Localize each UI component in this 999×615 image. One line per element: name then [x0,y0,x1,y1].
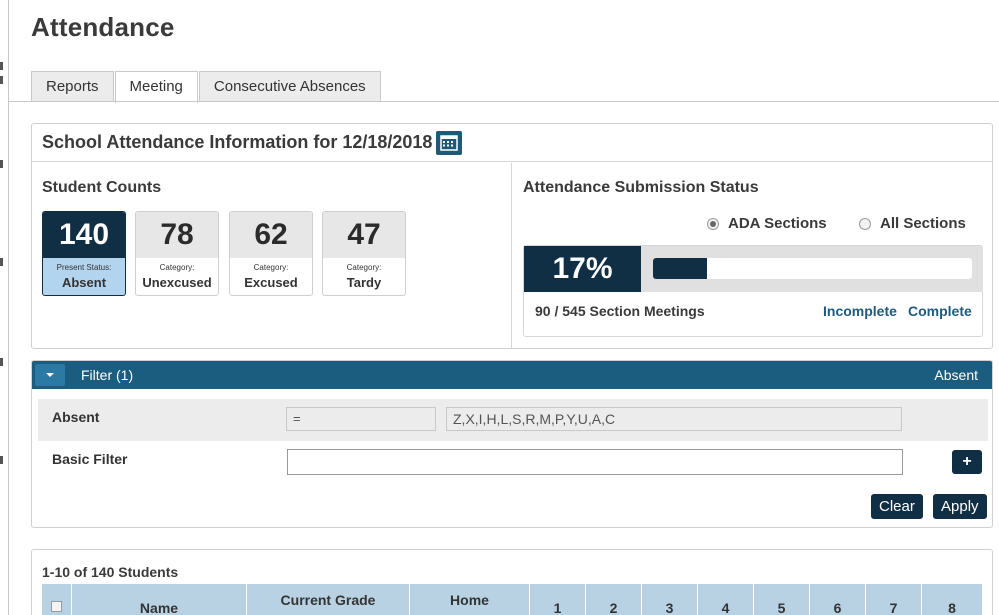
filter-row-label: Absent [52,409,100,425]
basic-filter-input[interactable] [287,449,903,475]
column-header-home-room[interactable]: Home Room [410,584,530,615]
column-header-grade-level[interactable]: Current Grade Level [247,584,410,615]
count-category: Category: [346,263,382,272]
calendar-icon [440,134,459,151]
sidebar-edge-mark [0,456,3,464]
student-counts-section: Student Counts 140 Present Status: Absen… [32,163,512,349]
count-category: Category: [253,263,289,272]
count-category: Present Status: [56,263,112,272]
column-header-period-6[interactable]: 6 [810,584,866,615]
school-attendance-panel: School Attendance Information for 12/18/… [31,123,993,349]
count-card-unexcused[interactable]: 78 Category: Unexcused [135,211,219,296]
submission-status-title: Attendance Submission Status [523,179,759,196]
complete-link[interactable]: Complete [908,303,972,319]
students-table-header: Name Current Grade Level Home Room 1 2 3… [42,584,982,615]
filter-toggle-button[interactable] [35,364,65,386]
filter-active-label: Absent [934,367,978,383]
radio-all-sections[interactable]: All Sections [859,215,966,232]
select-all-header [42,584,72,615]
column-header-period-7[interactable]: 7 [866,584,922,615]
count-value: 47 [323,212,405,258]
tab-meeting[interactable]: Meeting [114,71,198,103]
add-filter-button[interactable]: + [952,450,982,474]
count-label: Tardy [346,275,382,290]
page-title: Attendance [31,12,175,42]
radio-ada-sections[interactable]: ADA Sections [707,215,827,232]
filter-panel: Filter (1) Absent Absent = Z,X,I,H,L,S,R… [31,360,993,528]
tab-consecutive-absences[interactable]: Consecutive Absences [198,71,381,102]
column-header-period-1[interactable]: 1 [530,584,586,615]
sidebar-edge-mark [0,258,3,266]
count-card-excused[interactable]: 62 Category: Excused [229,211,313,296]
count-value: 78 [136,212,218,258]
calendar-button[interactable] [436,130,463,155]
basic-filter-label: Basic Filter [52,451,128,467]
count-card-tardy[interactable]: 47 Category: Tardy [322,211,406,296]
count-card-absent[interactable]: 140 Present Status: Absent [42,211,126,296]
count-value: 62 [230,212,312,258]
sidebar-edge-mark [0,76,3,84]
column-header-period-2[interactable]: 2 [586,584,642,615]
count-label: Absent [61,275,107,290]
tab-bar: Reports Meeting Consecutive Absences [31,71,382,103]
radio-label: ADA Sections [728,215,827,232]
column-header-period-3[interactable]: 3 [642,584,698,615]
radio-button[interactable] [859,217,871,230]
filter-operator-field: = [286,407,436,431]
count-label: Unexcused [142,275,212,290]
clear-button[interactable]: Clear [871,494,923,519]
column-header-name[interactable]: Name [72,584,247,615]
apply-button[interactable]: Apply [933,494,987,519]
progress-bar-area [641,246,983,292]
column-header-period-4[interactable]: 4 [698,584,754,615]
submission-status-section: Attendance Submission Status ADA Section… [513,163,993,349]
progress-track [653,258,972,279]
incomplete-link[interactable]: Incomplete [823,303,897,319]
caret-down-icon [46,373,54,377]
percent-complete: 17% [524,246,641,292]
count-category: Category: [159,263,195,272]
section-meetings-count: 90 / 545 Section Meetings [535,303,705,319]
tab-reports[interactable]: Reports [31,71,114,102]
column-header-period-8[interactable]: 8 [922,584,982,615]
info-title: School Attendance Information for 12/18/… [42,132,433,152]
sidebar-edge-mark [0,62,3,70]
sidebar-edge-mark [0,160,3,168]
count-label: Excused [244,275,298,290]
student-counts-title: Student Counts [42,179,162,196]
students-count: 1-10 of 140 Students [42,564,179,580]
left-sidebar-edge [0,0,9,615]
info-header: School Attendance Information for 12/18/… [32,124,992,162]
radio-label: All Sections [880,215,966,232]
tab-divider [9,101,999,102]
column-header-period-5[interactable]: 5 [754,584,810,615]
radio-button[interactable] [707,217,719,230]
progress-fill [653,258,708,279]
submission-progress-box: 17% 90 / 545 Section Meetings Incomplete… [523,245,983,337]
select-all-checkbox[interactable] [51,601,62,612]
filter-value-field: Z,X,I,H,L,S,R,M,P,Y,U,A,C [446,407,902,431]
count-value: 140 [43,212,125,258]
filter-title[interactable]: Filter (1) [81,367,133,383]
students-panel: 1-10 of 140 Students Name Current Grade … [31,549,993,615]
filter-bar: Filter (1) Absent [32,361,992,389]
sidebar-edge-mark [0,358,3,366]
